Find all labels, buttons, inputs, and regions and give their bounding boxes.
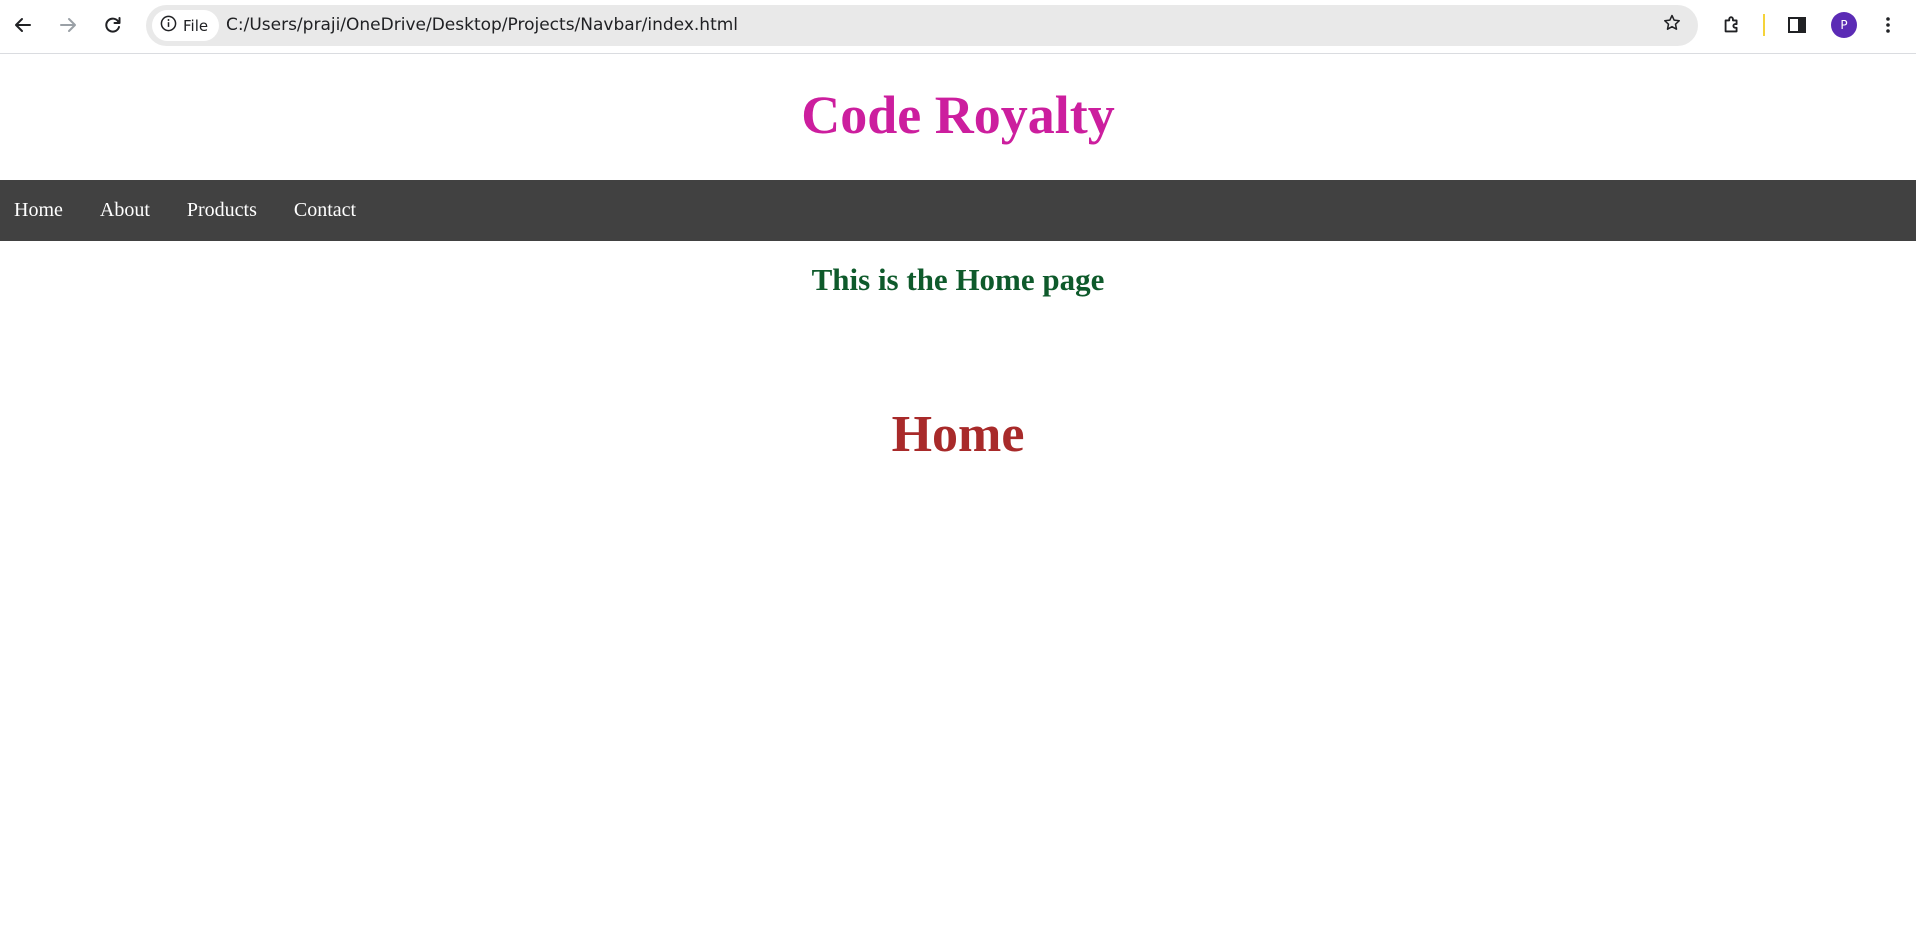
browser-toolbar: File C:/Users/praji/OneDrive/Desktop/Pro… (0, 0, 1916, 54)
navbar: Home About Products Contact (0, 180, 1916, 241)
back-button[interactable] (7, 9, 39, 41)
reload-icon (103, 15, 123, 35)
nav-link-about[interactable]: About (100, 180, 150, 241)
puzzle-icon (1721, 14, 1743, 36)
profile-avatar[interactable]: P (1831, 12, 1857, 38)
nav-link-products[interactable]: Products (187, 180, 257, 241)
reload-button[interactable] (97, 9, 129, 41)
side-panel-icon (1787, 15, 1807, 35)
browser-menu-button[interactable] (1872, 9, 1904, 41)
web-page: Code Royalty Home About Products Contact… (0, 55, 1916, 933)
side-panel-button[interactable] (1781, 9, 1813, 41)
extensions-button[interactable] (1716, 9, 1748, 41)
brand-title: Code Royalty (801, 85, 1115, 145)
address-bar[interactable]: File C:/Users/praji/OneDrive/Desktop/Pro… (146, 5, 1698, 46)
nav-link-contact[interactable]: Contact (294, 180, 356, 241)
site-info-chip[interactable]: File (152, 10, 220, 41)
forward-arrow-icon (58, 15, 78, 35)
bookmark-button[interactable] (1656, 9, 1688, 41)
forward-button[interactable] (52, 9, 84, 41)
info-icon (160, 15, 177, 36)
page-subtitle: This is the Home page (811, 262, 1105, 297)
star-icon (1662, 13, 1682, 38)
site-chip-label: File (183, 16, 209, 35)
nav-link-home[interactable]: Home (14, 180, 63, 241)
section-heading: Home (891, 406, 1025, 463)
url-text[interactable]: C:/Users/praji/OneDrive/Desktop/Projects… (226, 5, 738, 46)
kebab-menu-icon (1878, 15, 1898, 35)
toolbar-divider (1763, 14, 1765, 36)
back-arrow-icon (13, 15, 33, 35)
